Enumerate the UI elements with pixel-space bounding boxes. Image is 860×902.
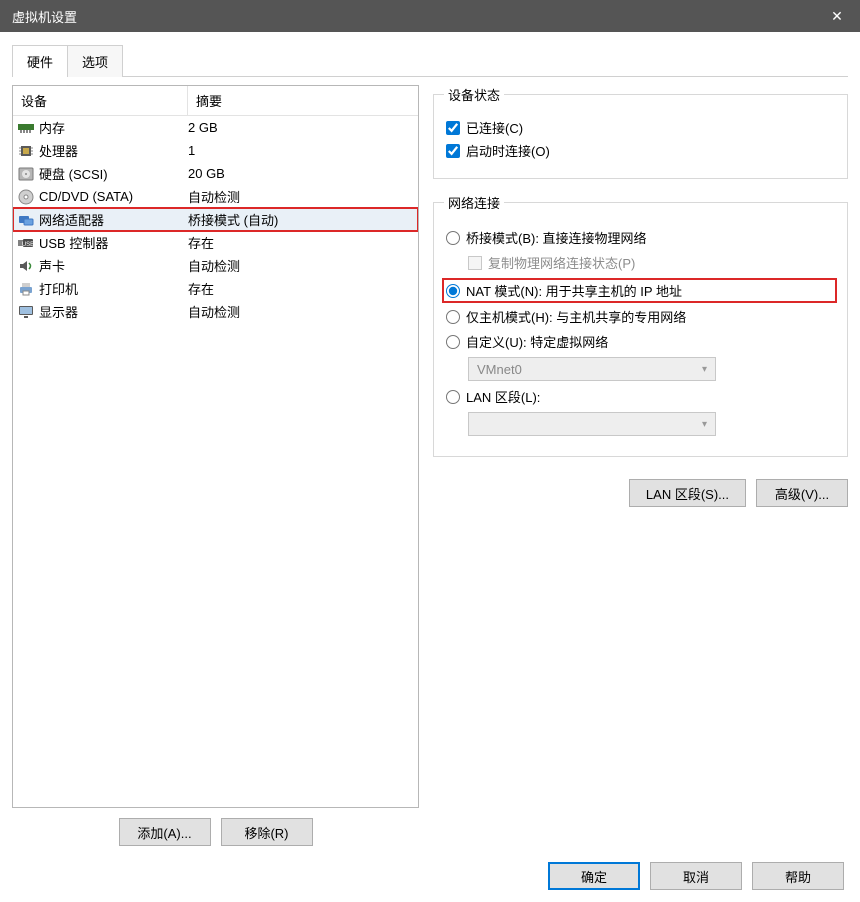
advanced-button[interactable]: 高级(V)...: [756, 479, 848, 507]
right-column: 设备状态 已连接(C) 启动时连接(O) 网络连接 桥接模式(B): 直接连接物: [433, 85, 848, 846]
table-header: 设备 摘要: [13, 86, 418, 116]
add-button[interactable]: 添加(A)...: [119, 818, 211, 846]
connect-poweron-checkbox[interactable]: 启动时连接(O): [446, 141, 835, 160]
svg-text:USB: USB: [22, 242, 34, 248]
replicate-checkbox: 复制物理网络连接状态(P): [468, 253, 835, 272]
remove-button[interactable]: 移除(R): [221, 818, 313, 846]
network-legend: 网络连接: [444, 193, 504, 212]
sound-icon: [17, 258, 35, 274]
window-title: 虚拟机设置: [12, 7, 77, 26]
connected-checkbox[interactable]: 已连接(C): [446, 118, 835, 137]
titlebar: 虚拟机设置 ✕: [0, 0, 860, 32]
lan-segment-radio[interactable]: LAN 区段(L):: [446, 387, 835, 406]
network-connection-group: 网络连接 桥接模式(B): 直接连接物理网络 复制物理网络连接状态(P) NAT…: [433, 193, 848, 457]
lan-label: LAN 区段(L):: [466, 387, 540, 406]
right-buttons: LAN 区段(S)... 高级(V)...: [433, 479, 848, 507]
device-name: 打印机: [39, 279, 78, 298]
device-name: 处理器: [39, 141, 78, 160]
close-button[interactable]: ✕: [814, 0, 860, 32]
custom-network-value: VMnet0: [477, 362, 522, 377]
custom-radio[interactable]: 自定义(U): 特定虚拟网络: [446, 332, 835, 351]
display-icon: [17, 304, 35, 320]
left-column: 设备 摘要 内存 2 GB 处理器 1 硬盘 (SCSI) 20 GB CD/DVD (SA…: [12, 85, 419, 846]
device-name: 内存: [39, 118, 65, 137]
device-summary: 存在: [188, 279, 414, 298]
nat-input[interactable]: [446, 284, 460, 298]
hostonly-label: 仅主机模式(H): 与主机共享的专用网络: [466, 307, 686, 326]
table-row[interactable]: 显示器 自动检测: [13, 300, 418, 323]
replicate-input-disabled: [468, 256, 482, 270]
nat-radio[interactable]: NAT 模式(N): 用于共享主机的 IP 地址: [444, 280, 835, 301]
device-summary: 20 GB: [188, 166, 414, 181]
device-status-legend: 设备状态: [444, 85, 504, 104]
connect-poweron-input[interactable]: [446, 144, 460, 158]
cancel-button[interactable]: 取消: [650, 862, 742, 890]
lan-segments-button[interactable]: LAN 区段(S)...: [629, 479, 746, 507]
disk-icon: [17, 166, 35, 182]
dialog-buttons: 确定 取消 帮助: [12, 862, 848, 890]
cd-icon: [17, 189, 35, 205]
lan-input[interactable]: [446, 390, 460, 404]
bridged-label: 桥接模式(B): 直接连接物理网络: [466, 228, 647, 247]
table-row[interactable]: 处理器 1: [13, 139, 418, 162]
table-row[interactable]: 打印机 存在: [13, 277, 418, 300]
table-row[interactable]: 硬盘 (SCSI) 20 GB: [13, 162, 418, 185]
usb-icon: USB: [17, 235, 35, 251]
close-icon: ✕: [831, 8, 843, 25]
lan-segment-select: ▾: [468, 412, 835, 436]
chevron-down-icon: ▾: [702, 364, 707, 375]
table-rows: 内存 2 GB 处理器 1 硬盘 (SCSI) 20 GB CD/DVD (SATA) 自动检…: [13, 116, 418, 807]
device-summary: 自动检测: [188, 302, 414, 321]
bridged-radio[interactable]: 桥接模式(B): 直接连接物理网络: [446, 228, 835, 247]
help-button[interactable]: 帮助: [752, 862, 844, 890]
device-name: USB 控制器: [39, 233, 108, 252]
dialog-content: 硬件 选项 设备 摘要 内存 2 GB 处理器 1 硬盘 (SCSI) 20 GB CD/D…: [0, 32, 860, 902]
custom-label: 自定义(U): 特定虚拟网络: [466, 332, 608, 351]
printer-icon: [17, 281, 35, 297]
device-name: 显示器: [39, 302, 78, 321]
device-summary: 存在: [188, 233, 414, 252]
table-row[interactable]: USB USB 控制器 存在: [13, 231, 418, 254]
replicate-label: 复制物理网络连接状态(P): [488, 253, 635, 272]
hostonly-radio[interactable]: 仅主机模式(H): 与主机共享的专用网络: [446, 307, 835, 326]
custom-network-dropdown: VMnet0 ▾: [468, 357, 716, 381]
device-table: 设备 摘要 内存 2 GB 处理器 1 硬盘 (SCSI) 20 GB CD/DVD (SA…: [12, 85, 419, 808]
chevron-down-icon: ▾: [702, 419, 707, 430]
header-device[interactable]: 设备: [13, 86, 188, 115]
nat-label: NAT 模式(N): 用于共享主机的 IP 地址: [466, 281, 682, 300]
left-buttons: 添加(A)... 移除(R): [12, 818, 419, 846]
connected-label: 已连接(C): [466, 118, 523, 137]
tab-hardware[interactable]: 硬件: [12, 45, 68, 77]
device-name: 声卡: [39, 256, 65, 275]
tab-body: 设备 摘要 内存 2 GB 处理器 1 硬盘 (SCSI) 20 GB CD/DVD (SA…: [12, 77, 848, 890]
table-row[interactable]: 声卡 自动检测: [13, 254, 418, 277]
device-summary: 自动检测: [188, 187, 414, 206]
header-summary[interactable]: 摘要: [188, 86, 418, 115]
hostonly-input[interactable]: [446, 310, 460, 324]
tabs: 硬件 选项: [12, 44, 848, 77]
device-status-group: 设备状态 已连接(C) 启动时连接(O): [433, 85, 848, 179]
table-row[interactable]: 网络适配器 桥接模式 (自动): [13, 208, 418, 231]
table-row[interactable]: CD/DVD (SATA) 自动检测: [13, 185, 418, 208]
table-row[interactable]: 内存 2 GB: [13, 116, 418, 139]
lan-segment-dropdown: ▾: [468, 412, 716, 436]
device-summary: 桥接模式 (自动): [188, 210, 414, 229]
device-name: 硬盘 (SCSI): [39, 164, 108, 183]
device-summary: 1: [188, 143, 414, 158]
device-name: 网络适配器: [39, 210, 104, 229]
device-name: CD/DVD (SATA): [39, 189, 133, 204]
connect-poweron-label: 启动时连接(O): [466, 141, 550, 160]
net-icon: [17, 212, 35, 228]
custom-input[interactable]: [446, 335, 460, 349]
tab-options[interactable]: 选项: [67, 45, 123, 77]
device-summary: 2 GB: [188, 120, 414, 135]
bridged-input[interactable]: [446, 231, 460, 245]
ok-button[interactable]: 确定: [548, 862, 640, 890]
custom-network-select: VMnet0 ▾: [468, 357, 835, 381]
cpu-icon: [17, 143, 35, 159]
memory-icon: [17, 120, 35, 136]
device-summary: 自动检测: [188, 256, 414, 275]
connected-input[interactable]: [446, 121, 460, 135]
